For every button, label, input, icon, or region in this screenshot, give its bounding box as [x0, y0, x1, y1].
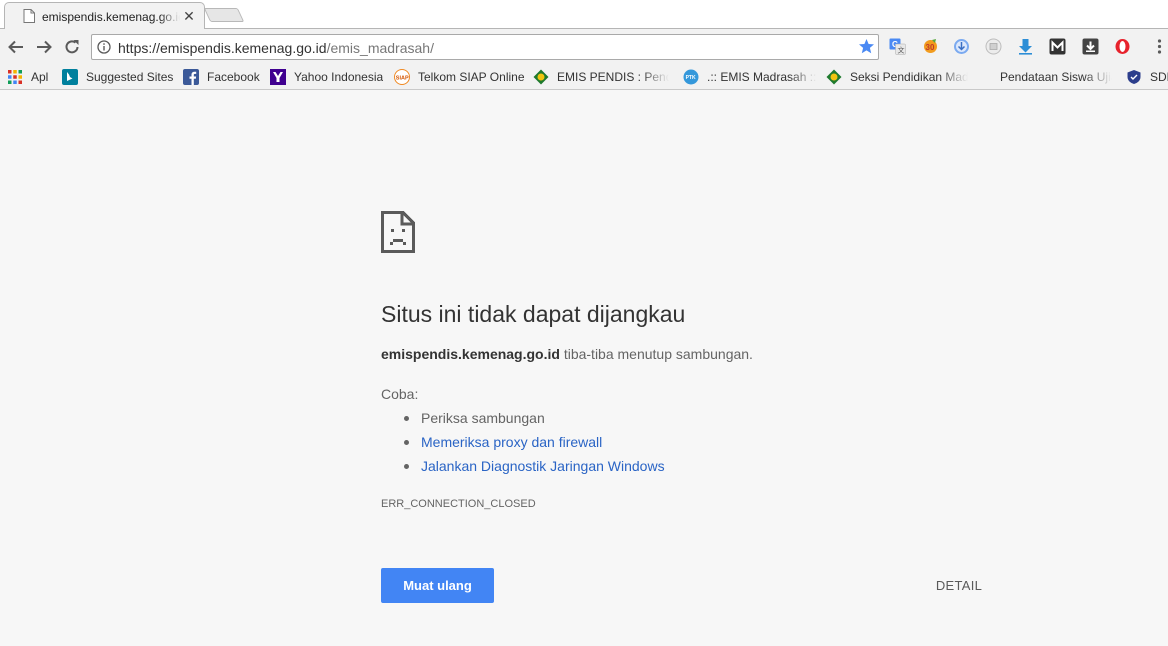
- reload-icon[interactable]: [63, 38, 81, 56]
- details-button[interactable]: DETAIL: [920, 568, 998, 603]
- url-host: https://emispendis.kemenag.go.id: [118, 40, 327, 56]
- error-summary: emispendis.kemenag.go.id tiba-tiba menut…: [381, 346, 753, 362]
- bookmark-label: SDM: [1150, 70, 1168, 84]
- bookmark-label: Facebook: [207, 70, 260, 84]
- bookmark-apl[interactable]: Apl: [7, 68, 48, 86]
- error-host: emispendis.kemenag.go.id: [381, 346, 560, 362]
- bookmark-star-icon[interactable]: [858, 38, 875, 55]
- error-page: Situs ini tidak dapat dijangkau emispend…: [0, 91, 1168, 646]
- svg-text:文: 文: [898, 46, 905, 55]
- bookmark-label: Yahoo Indonesia: [294, 70, 384, 84]
- suggestion-run-diagnostics: Jalankan Diagnostik Jaringan Windows: [381, 456, 665, 480]
- back-arrow-icon[interactable]: [7, 38, 25, 56]
- bookmark-label: Suggested Sites: [86, 70, 174, 84]
- suggestion-check-connection: Periksa sambungan: [381, 408, 665, 432]
- svg-text:SIAP: SIAP: [396, 76, 409, 82]
- info-icon[interactable]: [97, 40, 111, 54]
- bookmark-label: .:: EMIS Madrasah ::.: [707, 70, 817, 84]
- reload-button[interactable]: Muat ulang: [381, 568, 494, 603]
- bookmark-sdm[interactable]: SDM: [1126, 68, 1168, 86]
- download-box-icon[interactable]: [1082, 38, 1099, 55]
- apps-grid-icon: [8, 70, 22, 84]
- bookmark-label: Telkom SIAP Online: [418, 70, 525, 84]
- download-arrow-icon[interactable]: [1017, 38, 1034, 55]
- svg-text:PTK: PTK: [686, 75, 696, 81]
- sad-page-icon: [381, 211, 415, 253]
- address-url[interactable]: https://emispendis.kemenag.go.id/emis_ma…: [118, 40, 434, 56]
- address-bar[interactable]: https://emispendis.kemenag.go.id/emis_ma…: [91, 34, 879, 60]
- bookmark-label: EMIS PENDIS : Pendataan: [557, 70, 669, 84]
- bookmark-seksi-pendidikan[interactable]: Seksi Pendidikan Madrasah: [826, 68, 968, 86]
- bookmark-emis-pendis[interactable]: EMIS PENDIS : Pendataan: [533, 68, 669, 86]
- bookmark-label: Apl: [31, 70, 49, 84]
- opera-icon[interactable]: [1114, 38, 1131, 55]
- suggestion-check-proxy: Memeriksa proxy dan firewall: [381, 432, 665, 456]
- bookmark-facebook[interactable]: Facebook: [183, 68, 260, 86]
- suggestion-text: Periksa sambungan: [421, 410, 545, 426]
- siap-icon: SIAP: [394, 69, 410, 85]
- page-icon: [23, 9, 35, 23]
- kemenag-icon: [826, 69, 842, 85]
- bookmark-suggested-sites[interactable]: Suggested Sites: [62, 68, 173, 86]
- error-code: ERR_CONNECTION_CLOSED: [381, 498, 536, 510]
- tab-title: emispendis.kemenag.go.id/emis_madrasah/: [42, 10, 180, 24]
- bookmark-pendataan-siswa[interactable]: Pendataan Siswa Ujian: [976, 68, 1112, 86]
- proxy-firewall-link[interactable]: Memeriksa proxy dan firewall: [421, 434, 602, 450]
- svg-text:30: 30: [926, 43, 935, 52]
- try-label: Coba:: [381, 386, 419, 402]
- ptk-icon: PTK: [683, 69, 699, 85]
- error-heading: Situs ini tidak dapat dijangkau: [381, 301, 686, 327]
- tab-strip: emispendis.kemenag.go.id/emis_madrasah/ …: [0, 0, 1168, 29]
- close-tab-icon[interactable]: ✕: [181, 8, 197, 24]
- m-logo-icon[interactable]: [1049, 38, 1066, 55]
- forward-arrow-icon[interactable]: [35, 38, 53, 56]
- bing-icon: [62, 69, 78, 85]
- bookmark-emis-madrasah[interactable]: PTK .:: EMIS Madrasah ::.: [683, 68, 817, 86]
- url-path: /emis_madrasah/: [326, 40, 434, 56]
- download-circle-icon[interactable]: [953, 38, 970, 55]
- extension-gray-icon[interactable]: [985, 38, 1002, 55]
- bookmark-yahoo[interactable]: Yahoo Indonesia: [270, 68, 383, 86]
- kemenag-icon: [533, 69, 549, 85]
- suggestions-list: Periksa sambungan Memeriksa proxy dan fi…: [381, 408, 665, 480]
- chrome-menu-icon[interactable]: [1151, 38, 1168, 55]
- blank-icon: [976, 69, 992, 85]
- error-summary-text: tiba-tiba menutup sambungan.: [559, 346, 753, 362]
- bookmarks-bar: Apl Suggested Sites Facebook Yahoo Indon…: [0, 64, 1168, 90]
- new-tab-button[interactable]: [203, 8, 245, 22]
- yahoo-icon: [270, 69, 286, 85]
- bookmark-label: Pendataan Siswa Ujian: [1000, 70, 1112, 84]
- toolbar: https://emispendis.kemenag.go.id/emis_ma…: [0, 29, 1168, 64]
- extension-orange-icon[interactable]: 30: [922, 38, 939, 55]
- network-diagnostics-link[interactable]: Jalankan Diagnostik Jaringan Windows: [421, 458, 665, 474]
- tab-active[interactable]: emispendis.kemenag.go.id/emis_madrasah/ …: [4, 2, 205, 29]
- facebook-icon: [183, 69, 199, 85]
- bookmark-telkom-siap[interactable]: SIAP Telkom SIAP Online: [394, 68, 525, 86]
- google-translate-icon[interactable]: G 文: [889, 38, 906, 55]
- shield-icon: [1127, 70, 1141, 84]
- bookmark-label: Seksi Pendidikan Madrasah: [850, 70, 968, 84]
